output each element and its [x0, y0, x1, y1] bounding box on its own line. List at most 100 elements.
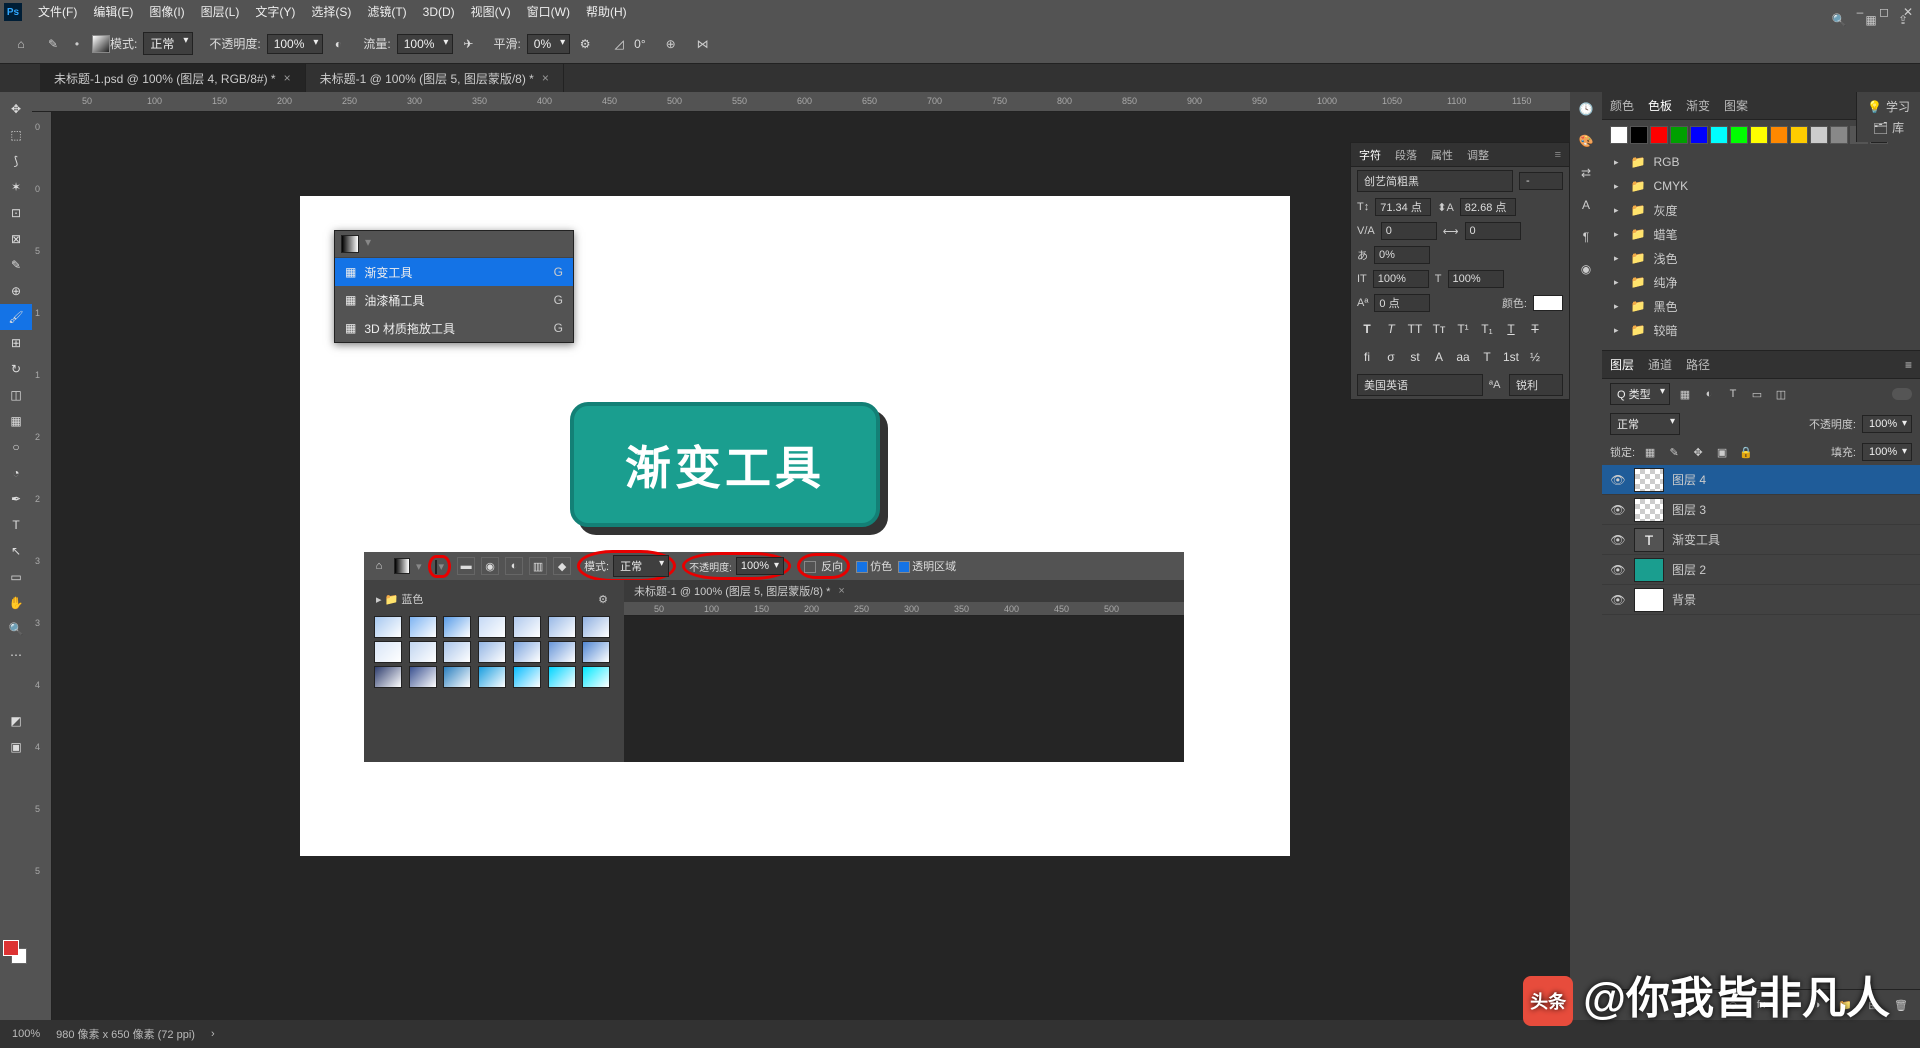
pen-tool[interactable]: ✒: [0, 486, 32, 512]
leading-input[interactable]: [1460, 198, 1516, 216]
menu-item[interactable]: 窗口(W): [519, 0, 578, 24]
gradients-tab[interactable]: 渐变: [1686, 97, 1710, 114]
lasso-tool[interactable]: ⟆: [0, 148, 32, 174]
visibility-icon[interactable]: 👁: [1610, 563, 1626, 577]
swatch-folder[interactable]: 📁浅色: [1602, 246, 1920, 270]
quick-mask-tool[interactable]: ◩: [0, 708, 32, 734]
panel-menu-icon[interactable]: ≡: [1905, 358, 1912, 372]
superscript-button[interactable]: T¹: [1453, 319, 1473, 339]
tracking-input[interactable]: [1465, 222, 1521, 240]
blur-tool[interactable]: ○: [0, 434, 32, 460]
gradient-preset[interactable]: [374, 641, 402, 663]
gradient-preset[interactable]: [478, 641, 506, 663]
menu-item[interactable]: 文件(F): [30, 0, 85, 24]
gradient-preset[interactable]: [548, 616, 576, 638]
visibility-icon[interactable]: 👁: [1610, 593, 1626, 607]
smooth-dropdown[interactable]: 0%: [527, 34, 570, 54]
learn-button[interactable]: 💡 学习: [1867, 98, 1910, 115]
gradient-preset[interactable]: [548, 666, 576, 688]
font-family-select[interactable]: 创艺简粗黑: [1357, 170, 1513, 192]
gradient-preset[interactable]: [513, 616, 541, 638]
crop-tool[interactable]: ⊡: [0, 200, 32, 226]
char-tab[interactable]: 字符: [1359, 147, 1381, 163]
baseline-input[interactable]: [1374, 294, 1430, 312]
filter-image-icon[interactable]: ▦: [1676, 385, 1694, 403]
close-icon[interactable]: ×: [542, 71, 549, 85]
dither-checkbox[interactable]: [856, 561, 868, 573]
gradient-preset[interactable]: [443, 641, 471, 663]
quick-select-tool[interactable]: ✶: [0, 174, 32, 200]
language-select[interactable]: 美国英语: [1357, 374, 1483, 396]
allcaps-button[interactable]: TT: [1405, 319, 1425, 339]
color-swatch[interactable]: [1690, 126, 1708, 144]
visibility-icon[interactable]: 👁: [1610, 473, 1626, 487]
paths-tab[interactable]: 路径: [1686, 356, 1710, 373]
swatch-folder[interactable]: 📁较暗: [1602, 318, 1920, 342]
underline-button[interactable]: T: [1501, 319, 1521, 339]
eraser-tool[interactable]: ◫: [0, 382, 32, 408]
filter-toggle[interactable]: [1892, 388, 1912, 400]
type-tool[interactable]: T: [0, 512, 32, 538]
type-panel-icon[interactable]: A: [1577, 196, 1595, 214]
flyout-item[interactable]: ▦3D 材质拖放工具G: [335, 314, 573, 342]
transparency-checkbox[interactable]: [898, 561, 910, 573]
channels-tab[interactable]: 通道: [1648, 356, 1672, 373]
gradient-preset[interactable]: [582, 641, 610, 663]
reflected-gradient-button[interactable]: ▥: [529, 557, 547, 575]
lock-artboard-icon[interactable]: ▣: [1713, 443, 1731, 461]
stamp-tool[interactable]: ⊞: [0, 330, 32, 356]
layer-name[interactable]: 图层 2: [1672, 561, 1706, 578]
gradient-preset[interactable]: [478, 666, 506, 688]
kerning-input[interactable]: [1381, 222, 1437, 240]
embed-home-icon[interactable]: ⌂: [370, 557, 388, 575]
healing-tool[interactable]: ⊕: [0, 278, 32, 304]
layer-row[interactable]: 👁T渐变工具: [1602, 525, 1920, 555]
file-tab[interactable]: 未标题-1.psd @ 100% (图层 4, RGB/8#) *×: [40, 64, 306, 92]
font-size-input[interactable]: [1375, 198, 1431, 216]
home-icon[interactable]: ⌂: [12, 35, 30, 53]
opacity-dropdown[interactable]: 100%: [267, 34, 324, 54]
scale-input[interactable]: [1374, 246, 1430, 264]
hscale-input[interactable]: [1448, 270, 1504, 288]
share-icon[interactable]: ⇪: [1894, 11, 1912, 29]
strike-button[interactable]: T: [1525, 319, 1545, 339]
flyout-item[interactable]: ▦油漆桶工具G: [335, 286, 573, 314]
color-swatch[interactable]: [1830, 126, 1848, 144]
style-panel-icon[interactable]: ◉: [1577, 260, 1595, 278]
swatch-folder[interactable]: 📁纯净: [1602, 270, 1920, 294]
layer-opacity-dropdown[interactable]: 100%: [1862, 415, 1912, 433]
layer-row[interactable]: 👁背景: [1602, 585, 1920, 615]
gradient-preset[interactable]: [443, 666, 471, 688]
gradient-editor-preview[interactable]: [435, 560, 437, 574]
layer-name[interactable]: 图层 4: [1672, 471, 1706, 488]
adjust-tab[interactable]: 调整: [1467, 147, 1489, 163]
preset-settings-icon[interactable]: ⚙: [594, 590, 612, 608]
filter-type-icon[interactable]: T: [1724, 385, 1742, 403]
mode-dropdown[interactable]: 正常: [143, 32, 193, 55]
text-color-swatch[interactable]: [1533, 295, 1563, 311]
layer-name[interactable]: 图层 3: [1672, 501, 1706, 518]
flyout-item[interactable]: ▦渐变工具G: [335, 258, 573, 286]
zoom-value[interactable]: 100%: [12, 1028, 40, 1040]
gradient-preset[interactable]: [582, 616, 610, 638]
eyedropper-tool[interactable]: ✎: [0, 252, 32, 278]
brush-settings-icon[interactable]: [92, 35, 110, 53]
patterns-tab[interactable]: 图案: [1724, 97, 1748, 114]
filter-adjust-icon[interactable]: ◐: [1700, 385, 1718, 403]
brush-preset-icon[interactable]: •: [68, 35, 86, 53]
dodge-tool[interactable]: ◔: [0, 460, 32, 486]
paragraph-panel-icon[interactable]: ¶: [1577, 228, 1595, 246]
frame-tool[interactable]: ⊠: [0, 226, 32, 252]
color-swatch[interactable]: [1630, 126, 1648, 144]
embed-file-tab[interactable]: 未标题-1 @ 100% (图层 5, 图层蒙版/8) *×: [624, 580, 1184, 602]
menu-item[interactable]: 选择(S): [303, 0, 359, 24]
gradient-preset[interactable]: [409, 666, 437, 688]
color-swatch[interactable]: [1750, 126, 1768, 144]
gradient-preset[interactable]: [374, 616, 402, 638]
menu-item[interactable]: 图层(L): [193, 0, 248, 24]
layer-row[interactable]: 👁 图层 4: [1602, 465, 1920, 495]
gradient-preset[interactable]: [513, 666, 541, 688]
menu-item[interactable]: 文字(Y): [247, 0, 303, 24]
brush-tool[interactable]: 🖌: [0, 304, 32, 330]
menu-item[interactable]: 滤镜(T): [359, 0, 414, 24]
